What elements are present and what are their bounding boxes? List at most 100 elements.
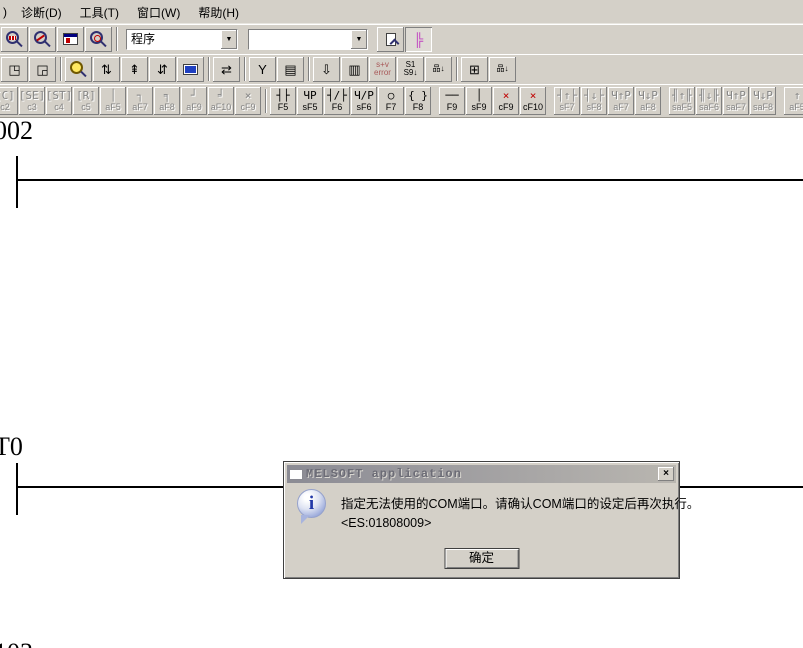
ladder-btn-saF8[interactable]: Ч↓РsaF8	[750, 87, 776, 115]
ladder-symbol-glyph: ╢↑╟	[672, 90, 692, 102]
ladder-btn-cF9[interactable]: ×cF9	[235, 87, 261, 115]
ladder-btn-sF5[interactable]: ЧРsF5	[297, 87, 323, 115]
function-key-label: aF5	[789, 102, 803, 112]
ladder-symbol-glyph: ×	[245, 90, 252, 102]
ladder-symbol-glyph: Ч↓Р	[753, 90, 773, 102]
ladder-btn-aF10[interactable]: ╛aF10	[208, 87, 234, 115]
insert-row-icon[interactable]: ⇅	[93, 57, 120, 82]
ladder-btn-F7[interactable]: ○F7	[378, 87, 404, 115]
menu-item-3[interactable]: 窗口(W)	[128, 1, 189, 24]
monitor-stop-icon[interactable]	[29, 27, 56, 52]
rung-step-label: T0	[0, 434, 23, 460]
ladder-symbol-icon-glyph: Y	[258, 63, 267, 76]
ladder-btn-aF9[interactable]: ┘aF9	[181, 87, 207, 115]
screen-expand-icon-glyph: ◲	[36, 63, 48, 76]
ladder-btn-F6[interactable]: ┤/├F6	[324, 87, 350, 115]
screen-expand-icon[interactable]: ◲	[29, 57, 56, 82]
ladder-btn-cF9[interactable]: ×cF9	[493, 87, 519, 115]
ladder-symbol-icon[interactable]: Y	[249, 57, 276, 82]
menu-item-2[interactable]: 工具(T)	[71, 1, 128, 24]
program-verify-icon[interactable]: ▤	[277, 57, 304, 82]
rung2-left-rail	[16, 463, 18, 515]
ladder-btn-aF8[interactable]: Ч↓РaF8	[635, 87, 661, 115]
ladder-btn-aF7[interactable]: ┐aF7	[127, 87, 153, 115]
rung-step-label: 002	[0, 118, 33, 144]
ladder-btn-sF6[interactable]: Ч/РsF6	[351, 87, 377, 115]
ladder-btn-aF8[interactable]: ╕aF8	[154, 87, 180, 115]
monitor-mode-icon[interactable]	[1, 27, 28, 52]
edit-block-icon-glyph: ⇵	[157, 63, 168, 76]
function-key-label: aF9	[186, 102, 202, 112]
chevron-down-icon[interactable]: ▼	[221, 30, 237, 49]
monitor-toolbar: 程序 ▼ ▼ ╠	[0, 24, 803, 54]
project-data-list-icon[interactable]: ╠	[405, 27, 432, 52]
ladder-btn-saF7[interactable]: Ч↑РsaF7	[723, 87, 749, 115]
gx-developer-window: )诊断(D)工具(T)窗口(W)帮助(H) 程序 ▼ ▼ ╠ ◳ ◲ ⇅ ⇞ ⇵ ⇄ Y ▤ ⇩…	[0, 0, 803, 648]
menu-item-4[interactable]: 帮助(H)	[189, 1, 248, 24]
screen-shrink-icon-glyph: ◳	[8, 63, 20, 76]
ladder-btn-sF8[interactable]: ┤↓├sF8	[581, 87, 607, 115]
ladder-btn-cF10[interactable]: ×cF10	[520, 87, 546, 115]
ladder-btn-c3[interactable]: [SE]c3	[19, 87, 45, 115]
list-down-icon[interactable]: 品↓	[489, 57, 516, 82]
dialog-title-bar[interactable]: MELSOFT application ×	[287, 465, 676, 483]
chevron-down-icon[interactable]: ▼	[351, 30, 367, 49]
ladder-btn-sF7[interactable]: ┤↑├sF7	[554, 87, 580, 115]
function-key-label: c5	[81, 102, 91, 112]
step-run-icon[interactable]: S1 S9↓	[397, 57, 424, 82]
rung1-left-rail	[16, 156, 18, 208]
function-key-label: sF9	[471, 102, 486, 112]
comment-display-icon[interactable]	[377, 27, 404, 52]
menu-item-1[interactable]: 诊断(D)	[12, 1, 71, 24]
ladder-btn-aF5[interactable]: │aF5	[100, 87, 126, 115]
device-find-icon[interactable]	[65, 57, 92, 82]
device-name-value	[249, 30, 351, 49]
ladder-btn-c4[interactable]: [ST]c4	[46, 87, 72, 115]
function-key-label: saF6	[699, 102, 719, 112]
ladder-symbol-glyph: Ч↑Р	[726, 90, 746, 102]
ladder-btn-F8[interactable]: { }F8	[405, 87, 431, 115]
all-windows-icon[interactable]: ⊞	[461, 57, 488, 82]
window-cascade-icon[interactable]: ▥	[341, 57, 368, 82]
write-to-plc-icon-glyph: ⇩	[321, 63, 332, 76]
function-key-label: F6	[332, 102, 343, 112]
data-list-icon[interactable]: 品↓	[425, 57, 452, 82]
ladder-edit-area[interactable]: 002 T0 103 MELSOFT application × i 指定无法使…	[0, 118, 803, 648]
ladder-btn-sF9[interactable]: │sF9	[466, 87, 492, 115]
dialog-error-code: <ES:01808009>	[341, 516, 431, 530]
function-key-label: c4	[54, 102, 64, 112]
device-comment-icon[interactable]	[177, 57, 204, 82]
delete-row-icon[interactable]: ⇞	[121, 57, 148, 82]
insert-row-icon-glyph: ⇅	[101, 63, 112, 76]
ladder-symbol-glyph: ○	[388, 90, 395, 102]
dialog-message: 指定无法使用的COM端口。请确认COM端口的设定后再次执行。	[341, 493, 699, 512]
ladder-symbol-glyph: ┤↑├	[557, 90, 577, 102]
ladder-btn-aF7[interactable]: Ч↑РaF7	[608, 87, 634, 115]
menu-item-0[interactable]: )	[2, 2, 12, 22]
screen-shrink-icon[interactable]: ◳	[1, 57, 28, 82]
monitor-condition-setup-icon[interactable]	[85, 27, 112, 52]
ladder-btn-F9[interactable]: ──F9	[439, 87, 465, 115]
ladder-btn-F5[interactable]: ┤├F5	[270, 87, 296, 115]
error-jump-icon[interactable]: s+v error	[369, 57, 396, 82]
ladder-btn-c2[interactable]: [C]c2	[0, 87, 18, 115]
toolbar-separator	[208, 57, 210, 81]
device-name-combo[interactable]: ▼	[248, 29, 368, 50]
close-icon[interactable]: ×	[658, 467, 674, 481]
ladder-btn-saF6[interactable]: ╢↓╟saF6	[696, 87, 722, 115]
write-to-plc-icon[interactable]: ⇩	[313, 57, 340, 82]
function-key-label: aF8	[640, 102, 656, 112]
ladder-symbol-glyph: { }	[408, 90, 428, 102]
window-cascade-icon-glyph: ▥	[348, 63, 360, 76]
convert-icon[interactable]: ⇄	[213, 57, 240, 82]
ladder-btn-aF5[interactable]: ↑aF5	[784, 87, 803, 115]
ok-button[interactable]: 确定	[444, 548, 519, 569]
function-key-label: sF8	[586, 102, 601, 112]
ladder-btn-c5[interactable]: [R]c5	[73, 87, 99, 115]
program-type-combo[interactable]: 程序 ▼	[126, 29, 238, 50]
ladder-btn-saF5[interactable]: ╢↑╟saF5	[669, 87, 695, 115]
edit-block-icon[interactable]: ⇵	[149, 57, 176, 82]
function-key-label: sF6	[356, 102, 371, 112]
monitor-write-mode-icon[interactable]	[57, 27, 84, 52]
all-windows-icon-glyph: ⊞	[469, 63, 480, 76]
